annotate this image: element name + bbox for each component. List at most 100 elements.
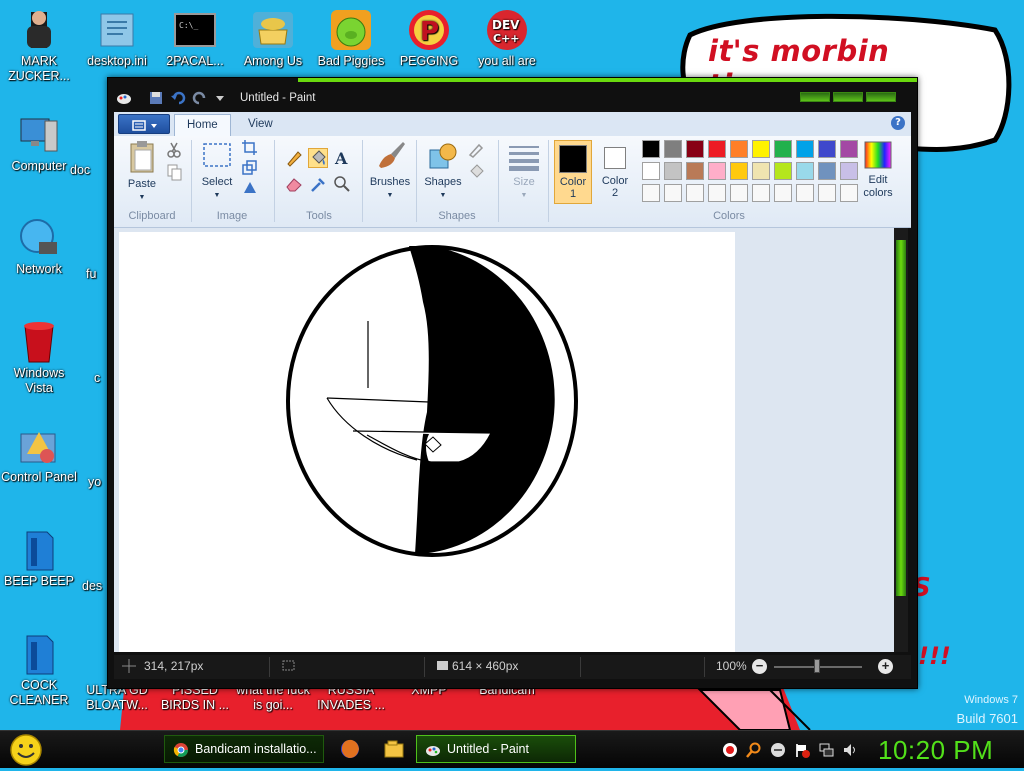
palette-color-swatch[interactable] xyxy=(686,162,704,180)
desktop-icon-windows-vista[interactable]: Windows Vista xyxy=(0,320,78,396)
copy-icon[interactable] xyxy=(164,162,184,182)
palette-color-swatch[interactable] xyxy=(708,184,726,202)
explorer-icon[interactable] xyxy=(382,737,406,761)
color1-button[interactable]: Color 1 xyxy=(554,140,592,204)
palette-color-swatch[interactable] xyxy=(752,140,770,158)
palette-color-swatch[interactable] xyxy=(774,184,792,202)
edit-colors-button[interactable]: Edit colors xyxy=(858,140,898,200)
palette-color-swatch[interactable] xyxy=(642,184,660,202)
desktop-icon-control-panel[interactable]: Control Panel xyxy=(0,424,78,485)
taskbar-button-bandicam[interactable]: Bandicam installatio... xyxy=(164,735,324,763)
palette-color-swatch[interactable] xyxy=(730,184,748,202)
volume-icon[interactable] xyxy=(842,742,858,758)
eraser-icon[interactable] xyxy=(284,174,304,194)
palette-color-swatch[interactable] xyxy=(752,184,770,202)
desktop-icon-cock-cleaner[interactable]: COCK CLEANER xyxy=(0,632,78,708)
desktop-icon-desktop-ini[interactable]: desktop.ini xyxy=(78,8,156,69)
desktop-icon-partial-doc[interactable]: doc xyxy=(70,163,110,178)
desktop-icon-computer[interactable]: Computer xyxy=(0,113,78,174)
palette-color-swatch[interactable] xyxy=(664,140,682,158)
minimize-button[interactable] xyxy=(800,92,830,102)
tab-home[interactable]: Home xyxy=(174,114,231,136)
zoom-out-button[interactable]: − xyxy=(752,659,767,674)
close-button[interactable] xyxy=(866,92,896,102)
paste-button[interactable]: Paste ▼ xyxy=(126,140,158,204)
desktop-icon-partial-des[interactable]: des xyxy=(82,579,110,594)
palette-color-swatch[interactable] xyxy=(686,184,704,202)
desktop-icon-beep-beep[interactable]: BEEP BEEP xyxy=(0,528,78,589)
vertical-scrollbar[interactable] xyxy=(894,228,908,652)
paint-window[interactable]: Untitled - Paint Home View ? Paste ▼ Cli… xyxy=(107,77,918,689)
palette-color-swatch[interactable] xyxy=(840,162,858,180)
palette-color-swatch[interactable] xyxy=(796,162,814,180)
undo-icon[interactable] xyxy=(170,90,186,106)
text-icon[interactable]: A xyxy=(332,148,352,168)
brushes-button[interactable]: Brushes ▼ xyxy=(364,140,416,202)
system-clock[interactable]: 10:20 PM xyxy=(878,735,993,766)
search-icon[interactable] xyxy=(746,742,762,758)
palette-color-swatch[interactable] xyxy=(796,140,814,158)
color-picker-icon[interactable] xyxy=(308,174,328,194)
svg-text:!!!: !!! xyxy=(918,642,951,670)
zoom-slider-thumb[interactable] xyxy=(814,659,820,673)
rotate-icon[interactable] xyxy=(240,178,260,198)
palette-color-swatch[interactable] xyxy=(708,140,726,158)
record-icon[interactable] xyxy=(722,742,738,758)
paint-menu-button[interactable] xyxy=(118,114,170,134)
drawing-canvas[interactable] xyxy=(119,232,735,652)
dev-cpp-icon: DEV C++ xyxy=(485,8,529,52)
desktop-icon-2pacal[interactable]: C:\_ 2PACAL... xyxy=(156,8,234,69)
desktop-icon-pegging[interactable]: P PEGGING xyxy=(390,8,468,69)
desktop-icon-bad-piggies[interactable]: Bad Piggies xyxy=(312,8,390,69)
save-icon[interactable] xyxy=(148,90,164,106)
maximize-button[interactable] xyxy=(833,92,863,102)
cut-icon[interactable] xyxy=(164,140,184,160)
scrollbar-thumb[interactable] xyxy=(896,240,906,596)
resize-icon[interactable] xyxy=(240,158,260,178)
shapes-button[interactable]: Shapes ▼ xyxy=(418,140,468,202)
palette-color-swatch[interactable] xyxy=(642,140,660,158)
palette-color-swatch[interactable] xyxy=(774,140,792,158)
palette-color-swatch[interactable] xyxy=(774,162,792,180)
fill-bucket-icon[interactable] xyxy=(308,148,328,168)
taskbar-button-paint[interactable]: Untitled - Paint xyxy=(416,735,576,763)
action-center-icon[interactable] xyxy=(794,742,810,758)
palette-color-swatch[interactable] xyxy=(730,140,748,158)
tab-view[interactable]: View xyxy=(236,114,285,136)
crop-icon[interactable] xyxy=(240,138,260,158)
palette-color-swatch[interactable] xyxy=(664,184,682,202)
chat-icon[interactable] xyxy=(770,742,786,758)
start-button[interactable] xyxy=(8,733,44,767)
palette-color-swatch[interactable] xyxy=(796,184,814,202)
desktop-icon-you-all-are[interactable]: DEV C++ you all are xyxy=(468,8,546,69)
palette-color-swatch[interactable] xyxy=(840,140,858,158)
quick-access-dropdown-icon[interactable] xyxy=(212,90,228,106)
desktop-icon-network[interactable]: Network xyxy=(0,216,78,277)
redo-icon[interactable] xyxy=(192,90,208,106)
palette-color-swatch[interactable] xyxy=(664,162,682,180)
desktop-icon-among-us[interactable]: Among Us xyxy=(234,8,312,69)
pencil-icon[interactable] xyxy=(284,148,304,168)
color2-button[interactable]: Color 2 xyxy=(596,140,634,204)
magnifier-icon[interactable] xyxy=(332,174,352,194)
palette-color-swatch[interactable] xyxy=(686,140,704,158)
palette-color-swatch[interactable] xyxy=(642,162,660,180)
help-icon[interactable]: ? xyxy=(891,116,905,130)
select-button[interactable]: Select ▼ xyxy=(200,140,234,202)
size-button[interactable]: Size ▼ xyxy=(504,140,544,202)
palette-color-swatch[interactable] xyxy=(730,162,748,180)
palette-color-swatch[interactable] xyxy=(752,162,770,180)
firefox-icon[interactable] xyxy=(338,737,362,761)
title-bar[interactable]: Untitled - Paint xyxy=(108,86,917,112)
zoom-in-button[interactable]: + xyxy=(878,659,893,674)
palette-color-swatch[interactable] xyxy=(818,184,836,202)
palette-color-swatch[interactable] xyxy=(818,140,836,158)
network-icon[interactable] xyxy=(818,742,834,758)
outline-icon[interactable] xyxy=(466,140,486,160)
palette-color-swatch[interactable] xyxy=(840,184,858,202)
paint-app-icon[interactable] xyxy=(116,90,132,106)
desktop-icon-mark-zucker[interactable]: MARK ZUCKER... xyxy=(0,8,78,84)
palette-color-swatch[interactable] xyxy=(708,162,726,180)
palette-color-swatch[interactable] xyxy=(818,162,836,180)
fill-icon[interactable] xyxy=(466,162,486,182)
